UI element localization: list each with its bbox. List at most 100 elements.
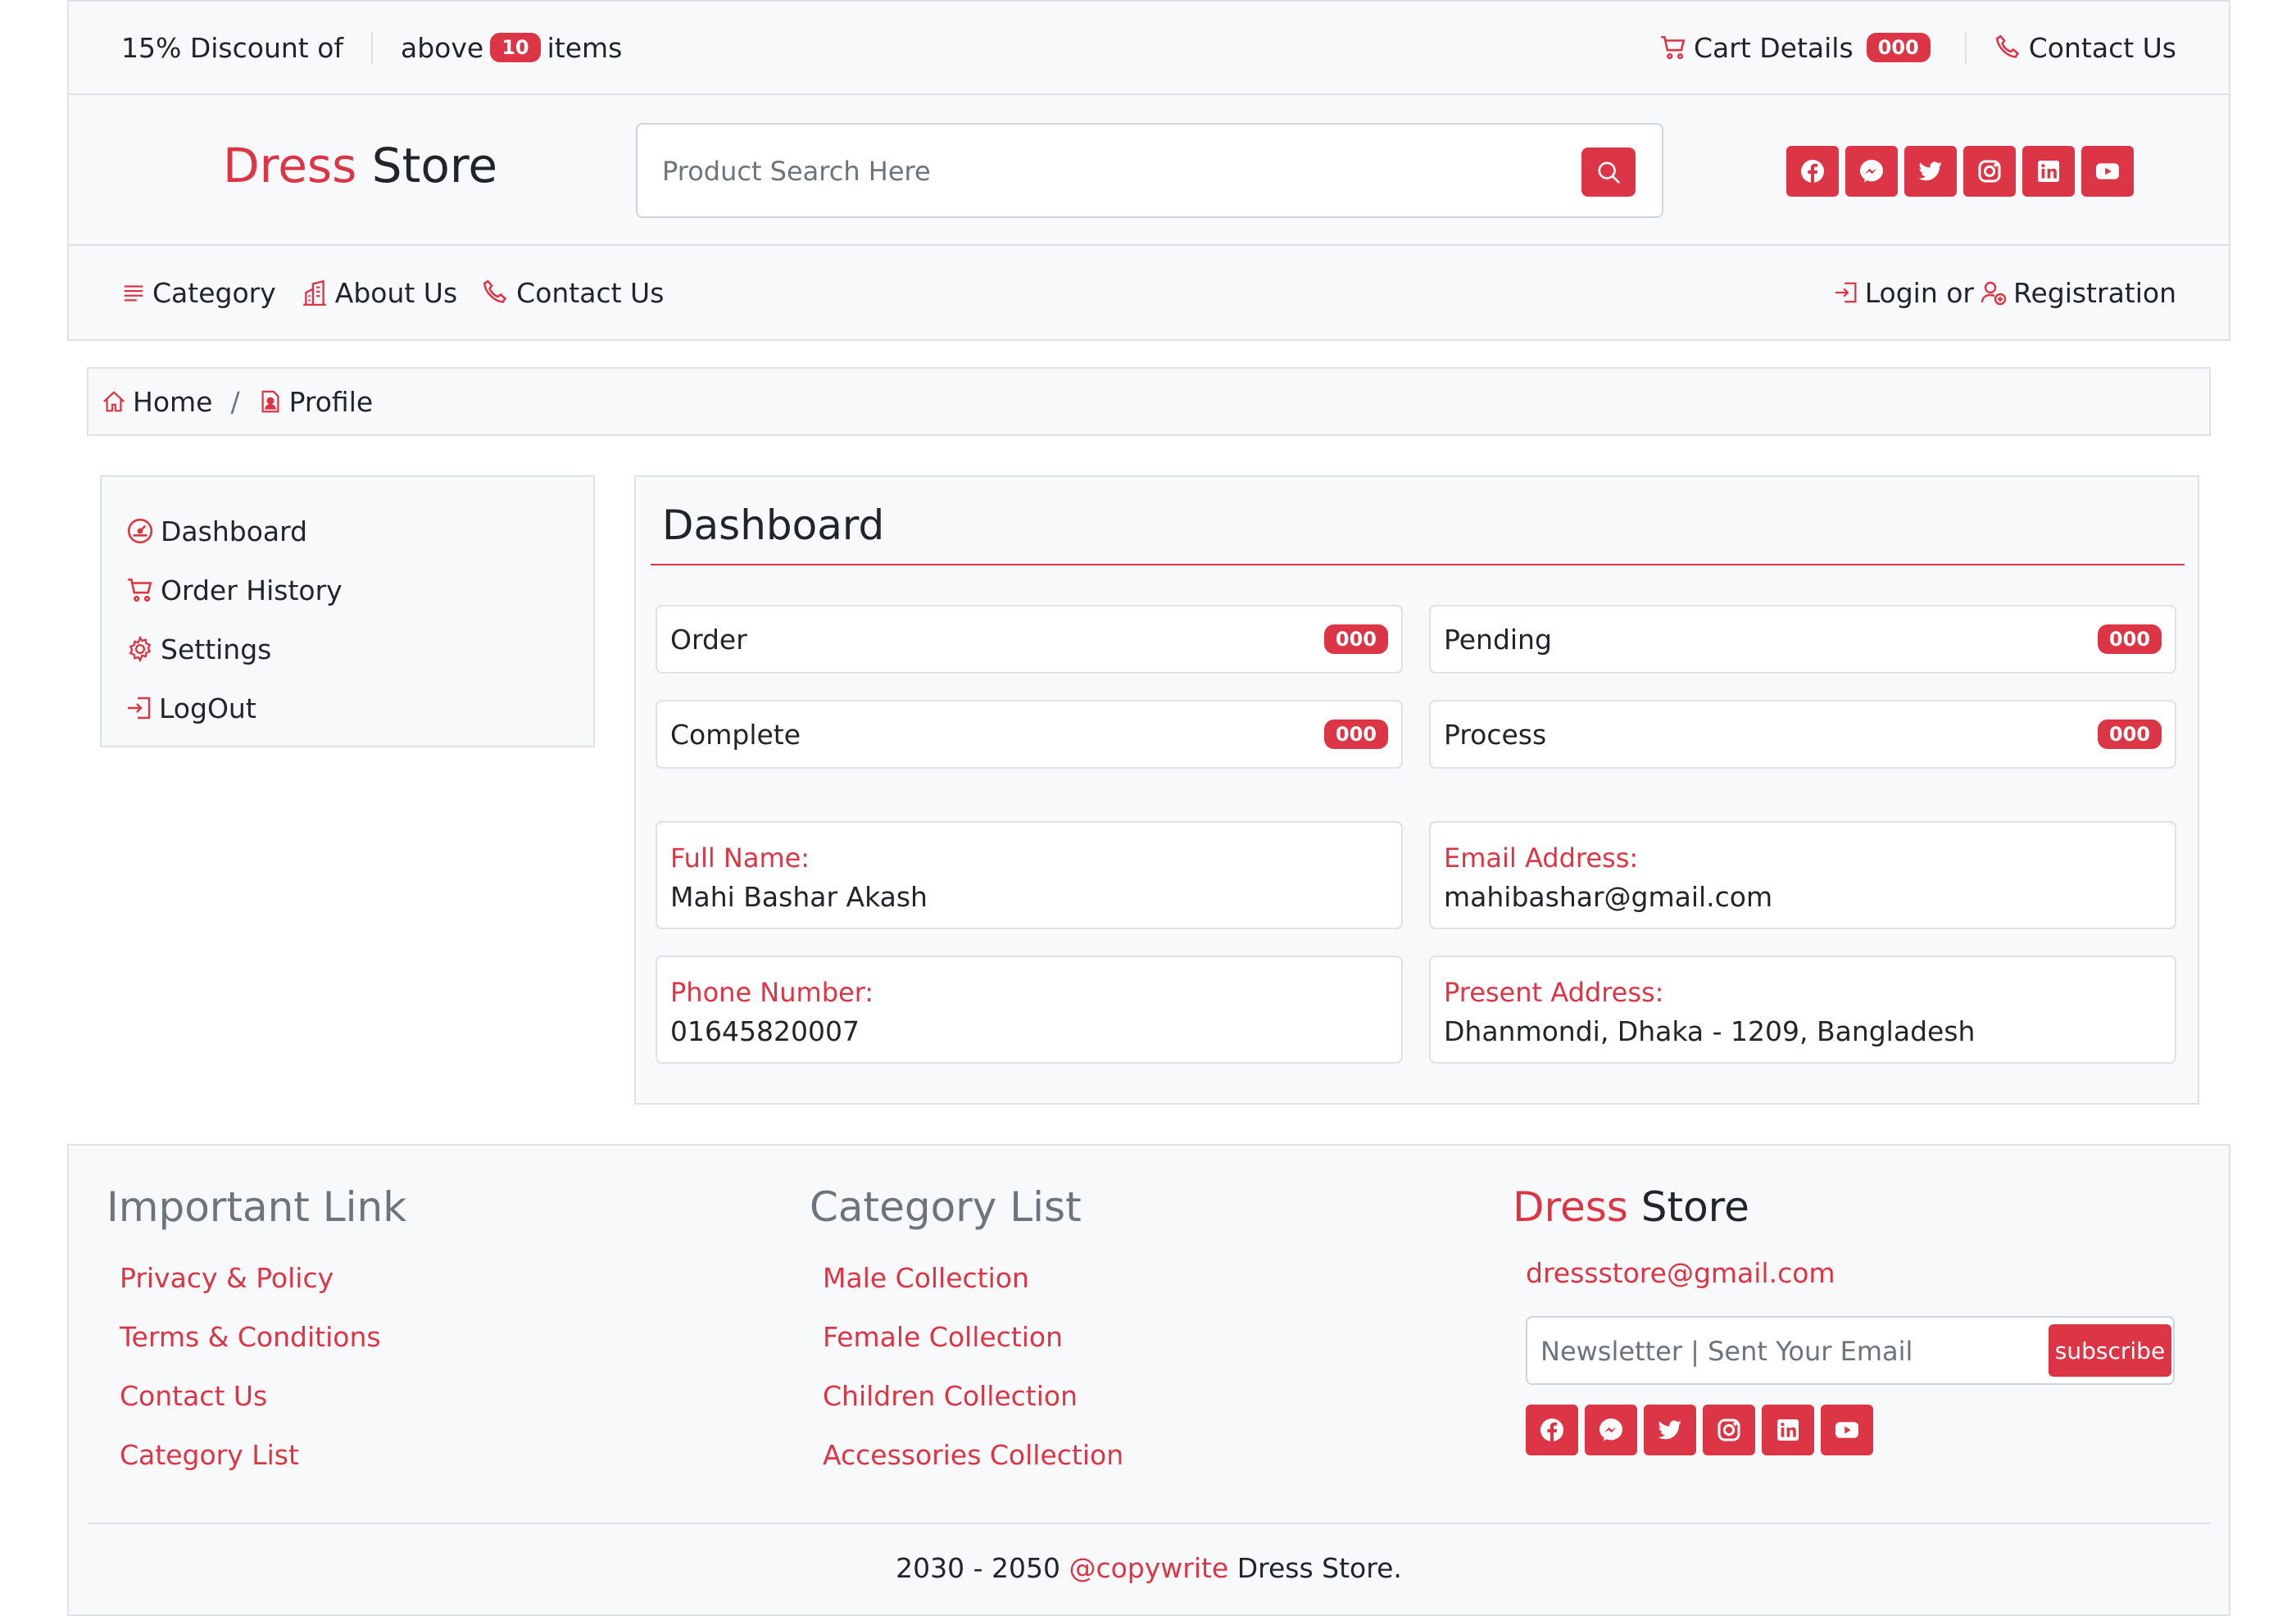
copyright-link[interactable]: @copywrite xyxy=(1069,1552,1228,1584)
youtube-link[interactable] xyxy=(2081,146,2134,197)
footer-link-female[interactable]: Female Collection xyxy=(810,1308,1123,1367)
youtube-icon xyxy=(2094,158,2121,184)
search-button[interactable] xyxy=(1581,148,1636,197)
stat-order[interactable]: Order 000 xyxy=(656,605,1403,674)
subscribe-button[interactable]: subscribe xyxy=(2049,1324,2171,1377)
sidebar-item-settings[interactable]: Settings xyxy=(126,620,569,679)
nav-about-us[interactable]: About Us xyxy=(301,277,457,309)
linkedin-icon xyxy=(1775,1417,1801,1443)
info-label: Full Name: xyxy=(670,842,810,874)
topbar-divider xyxy=(1964,31,1967,64)
linkedin-link[interactable] xyxy=(2022,146,2075,197)
footer-link-children[interactable]: Children Collection xyxy=(810,1367,1123,1426)
search-input[interactable] xyxy=(662,149,1522,193)
messenger-link[interactable] xyxy=(1585,1405,1637,1455)
breadcrumb-current: Profile xyxy=(258,385,374,418)
login-link[interactable]: Login or xyxy=(1834,277,1974,309)
info-label: Email Address: xyxy=(1444,842,1639,874)
items-count-badge: 10 xyxy=(490,33,541,62)
twitter-icon xyxy=(1917,158,1944,184)
breadcrumb-current-label: Profile xyxy=(288,385,374,418)
footer-divider xyxy=(88,1523,2211,1524)
search-icon xyxy=(1596,160,1621,184)
stat-process[interactable]: Process 000 xyxy=(1429,700,2176,769)
footer-link-category-list[interactable]: Category List xyxy=(107,1426,406,1485)
profile-icon xyxy=(258,389,283,414)
home-icon xyxy=(102,389,126,414)
info-label: Present Address: xyxy=(1444,977,1664,1008)
newsletter-form: subscribe xyxy=(1526,1316,2175,1385)
info-full-name: Full Name: Mahi Bashar Akash xyxy=(656,821,1403,929)
phone-icon xyxy=(482,279,510,306)
footer-category-list: Category List Male Collection Female Col… xyxy=(810,1183,1123,1485)
sidebar-item-label: Settings xyxy=(161,633,272,665)
nav-about-label: About Us xyxy=(334,276,458,309)
breadcrumb-home[interactable]: Home xyxy=(102,386,212,418)
title-underline xyxy=(651,564,2185,565)
sidebar-item-order-history[interactable]: Order History xyxy=(126,561,569,620)
login-label: Login or xyxy=(1864,276,1974,309)
footer-brand: Dress Store dressstore@gmail.com subscri… xyxy=(1513,1183,2175,1455)
speedometer-icon xyxy=(126,517,154,545)
building-icon xyxy=(301,279,329,306)
phone-icon xyxy=(1994,34,2022,61)
footer-logo[interactable]: Dress Store xyxy=(1513,1183,2175,1231)
info-address: Present Address: Dhanmondi, Dhaka - 1209… xyxy=(1429,956,2176,1064)
footer-link-privacy[interactable]: Privacy & Policy xyxy=(107,1249,406,1308)
newsletter-email-input[interactable] xyxy=(1540,1329,2032,1373)
info-email: Email Address: mahibashar@gmail.com xyxy=(1429,821,2176,929)
gear-icon xyxy=(126,635,154,663)
footer-heading: Important Link xyxy=(107,1183,407,1231)
copyright-years: 2030 - 2050 xyxy=(896,1552,1060,1584)
sidebar-item-dashboard[interactable]: Dashboard xyxy=(126,502,569,561)
user-add-icon xyxy=(1981,279,2007,306)
youtube-icon xyxy=(1834,1417,1860,1443)
info-label: Phone Number: xyxy=(670,977,874,1008)
top-bar: 15% Discount of above 10 items Cart Deta… xyxy=(67,0,2230,95)
facebook-icon xyxy=(1539,1417,1565,1443)
product-search xyxy=(636,123,1663,218)
info-value: Dhanmondi, Dhaka - 1209, Bangladesh xyxy=(1444,1015,1976,1047)
registration-link[interactable]: Registration xyxy=(1981,277,2176,309)
footer-link-accessories[interactable]: Accessories Collection xyxy=(810,1426,1123,1485)
sidebar-item-logout[interactable]: LogOut xyxy=(126,679,569,738)
sidebar-item-label: LogOut xyxy=(159,692,256,724)
stat-label: Order xyxy=(670,623,747,656)
facebook-link[interactable] xyxy=(1786,146,1839,197)
linkedin-link[interactable] xyxy=(1762,1405,1814,1455)
twitter-link[interactable] xyxy=(1644,1405,1696,1455)
twitter-icon xyxy=(1657,1417,1683,1443)
breadcrumb-separator: / xyxy=(230,385,240,418)
footer: Important Link Privacy & Policy Terms & … xyxy=(67,1144,2230,1616)
footer-link-male[interactable]: Male Collection xyxy=(810,1249,1123,1308)
logo-dress-text: Dress xyxy=(223,138,357,193)
stat-complete[interactable]: Complete 000 xyxy=(656,700,1403,769)
stat-label: Pending xyxy=(1444,623,1552,656)
footer-link-terms[interactable]: Terms & Conditions xyxy=(107,1308,406,1367)
footer-link-contact[interactable]: Contact Us xyxy=(107,1367,406,1426)
nav-contact-us[interactable]: Contact Us xyxy=(482,277,664,309)
cart-count-badge: 000 xyxy=(1866,33,1931,62)
messenger-link[interactable] xyxy=(1845,146,1898,197)
header-social-links xyxy=(1786,146,2134,197)
instagram-link[interactable] xyxy=(1963,146,2016,197)
site-logo[interactable]: Dress Store xyxy=(223,138,497,193)
promo-discount-text: 15% Discount of xyxy=(121,31,344,64)
copyright: 2030 - 2050 @copywrite Dress Store. xyxy=(69,1552,2229,1584)
facebook-link[interactable] xyxy=(1526,1405,1578,1455)
cart-icon xyxy=(126,576,154,604)
youtube-link[interactable] xyxy=(1821,1405,1873,1455)
instagram-icon xyxy=(1716,1417,1742,1443)
cart-details-link[interactable]: Cart Details 000 xyxy=(1659,32,1937,64)
stat-count-badge: 000 xyxy=(1323,719,1388,749)
twitter-link[interactable] xyxy=(1904,146,1957,197)
sidebar-item-label: Order History xyxy=(161,574,343,606)
stat-pending[interactable]: Pending 000 xyxy=(1429,605,2176,674)
instagram-link[interactable] xyxy=(1703,1405,1755,1455)
footer-email-link[interactable]: dressstore@gmail.com xyxy=(1513,1249,2175,1298)
contact-us-link[interactable]: Contact Us xyxy=(1994,32,2176,64)
info-value: 01645820007 xyxy=(670,1015,860,1047)
nav-category[interactable]: Category xyxy=(121,277,276,309)
footer-important-links: Important Link Privacy & Policy Terms & … xyxy=(107,1183,406,1485)
registration-label: Registration xyxy=(2013,276,2176,309)
